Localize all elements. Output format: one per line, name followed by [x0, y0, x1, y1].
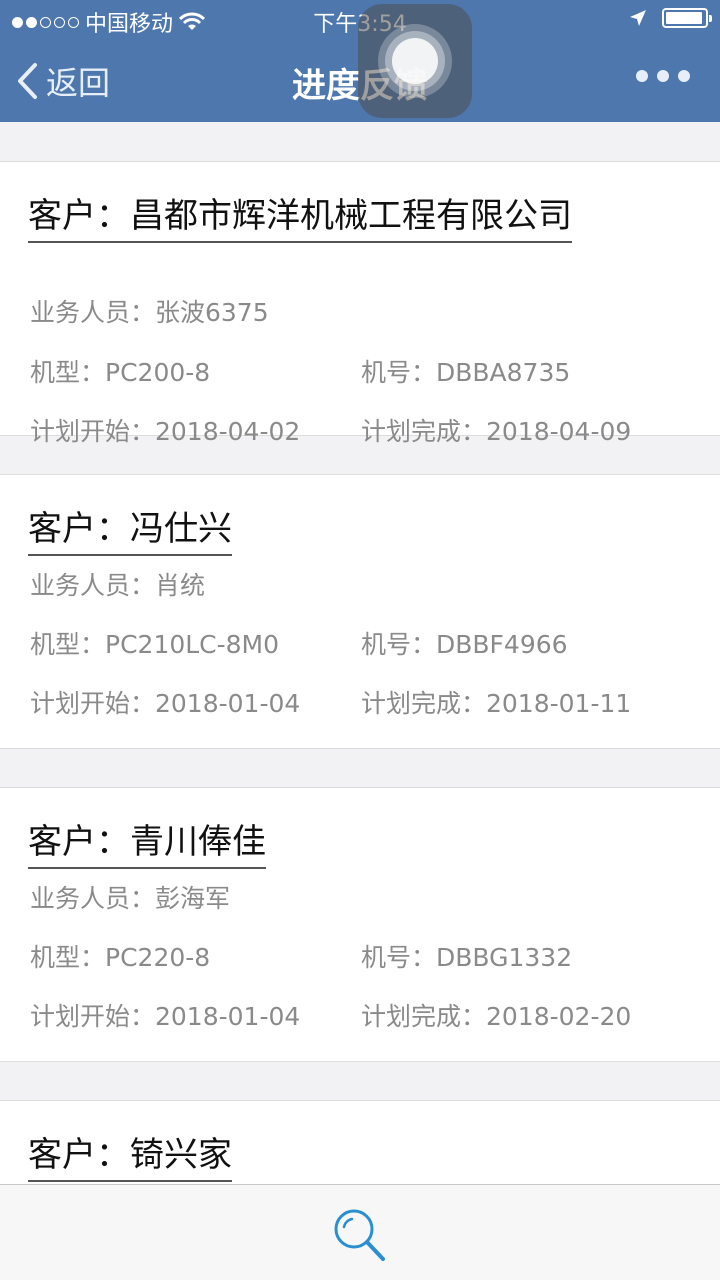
plan-start: 计划开始：2018-01-04 — [30, 689, 301, 718]
plan-start: 计划开始：2018-01-04 — [30, 1002, 301, 1031]
machine-model: 机型：PC200-8 — [30, 358, 211, 387]
bottom-toolbar — [0, 1184, 720, 1280]
customer-name: 客户：青川俸佳 — [28, 814, 266, 869]
customer-name: 客户：锜兴家 — [28, 1127, 232, 1182]
plan-start: 计划开始：2018-04-02 — [30, 417, 301, 446]
list-item[interactable]: 客户：冯仕兴 业务人员：肖统 机型：PC210LC-8M0 机号：DBBF496… — [0, 474, 720, 749]
machine-model: 机型：PC210LC-8M0 — [30, 630, 280, 659]
machine-model: 机型：PC220-8 — [30, 943, 211, 972]
location-arrow-icon — [630, 10, 646, 26]
list-item[interactable]: 客户：青川俸佳 业务人员：彭海军 机型：PC220-8 机号：DBBG1332 … — [0, 787, 720, 1062]
plan-end: 计划完成：2018-02-20 — [361, 1002, 632, 1031]
salesperson: 业务人员：彭海军 — [30, 884, 231, 913]
more-menu-button[interactable] — [636, 70, 690, 82]
more-dot-icon — [678, 70, 690, 82]
more-dot-icon — [657, 70, 669, 82]
assistive-touch-button[interactable] — [358, 4, 472, 118]
battery-icon — [662, 8, 712, 28]
header: 中国移动 下午3:54 返回 进度反馈 — [0, 0, 720, 122]
list-item[interactable]: 客户：昌都市辉洋机械工程有限公司 业务人员：张波6375 机型：PC200-8 … — [0, 161, 720, 446]
salesperson: 业务人员：肖统 — [30, 571, 206, 600]
machine-serial: 机号：DBBG1332 — [361, 943, 573, 972]
customer-name: 客户：冯仕兴 — [28, 501, 232, 556]
list-item[interactable]: 客户：锜兴家 — [0, 1100, 720, 1184]
progress-list: 客户：昌都市辉洋机械工程有限公司 业务人员：张波6375 机型：PC200-8 … — [0, 122, 720, 1184]
more-dot-icon — [636, 70, 648, 82]
search-icon — [334, 1209, 385, 1261]
salesperson: 业务人员：张波6375 — [30, 298, 269, 327]
customer-name: 客户：昌都市辉洋机械工程有限公司 — [28, 188, 572, 243]
machine-serial: 机号：DBBF4966 — [361, 630, 568, 659]
search-button[interactable] — [330, 1207, 390, 1263]
status-right — [628, 8, 712, 28]
plan-end: 计划完成：2018-04-09 — [361, 417, 632, 446]
plan-end: 计划完成：2018-01-11 — [361, 689, 632, 718]
machine-serial: 机号：DBBA8735 — [361, 358, 571, 387]
